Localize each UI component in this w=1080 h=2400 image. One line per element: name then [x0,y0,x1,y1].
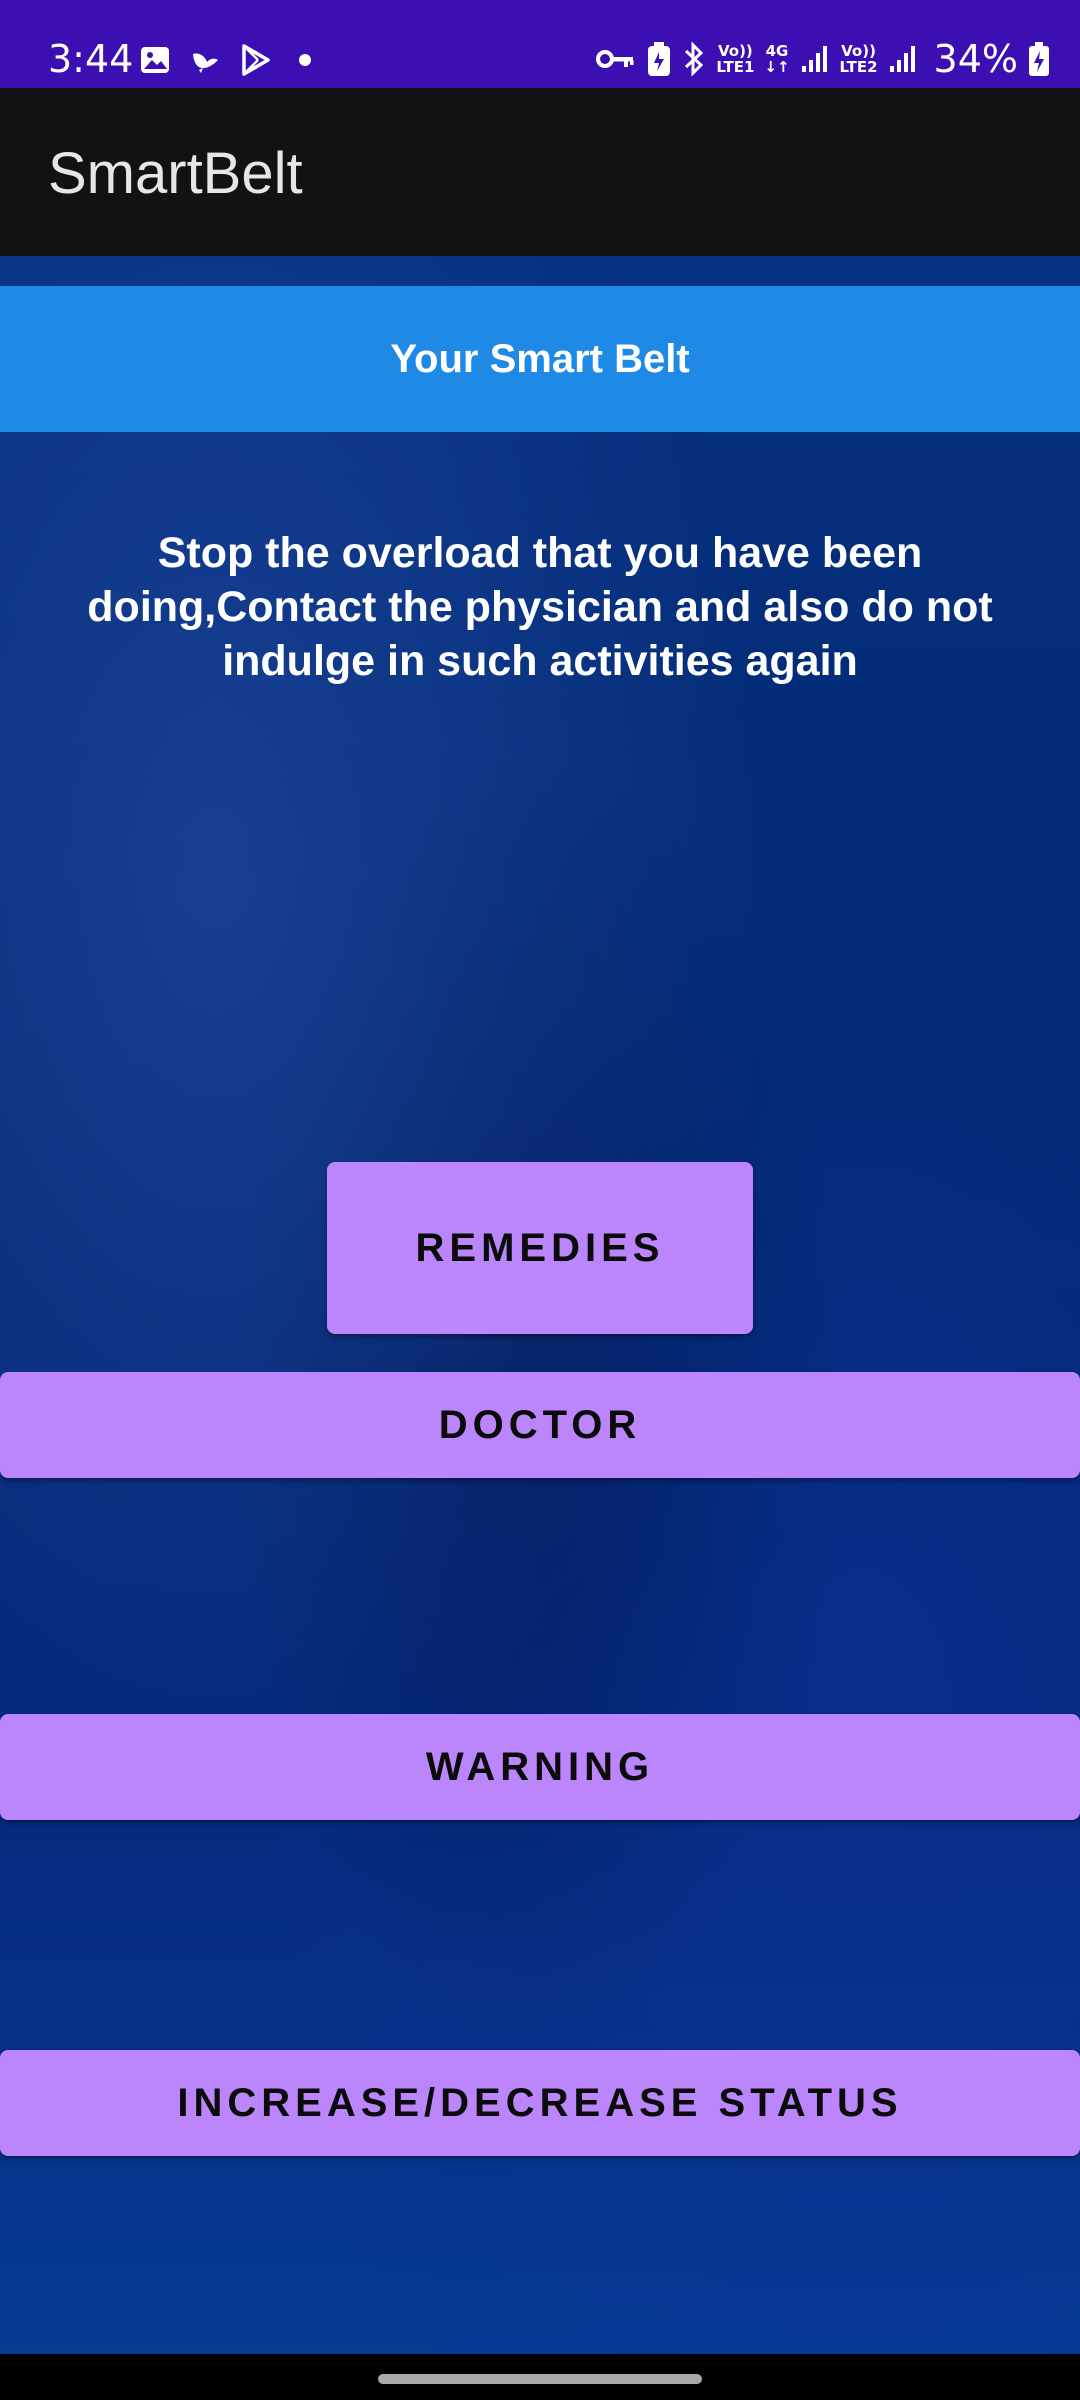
navigation-bar [0,2354,1080,2400]
status-button-label: INCREASE/DECREASE STATUS [177,2080,903,2125]
battery-saver-icon [646,39,672,79]
play-store-icon [238,43,272,77]
warning-button-label: WARNING [425,1744,655,1789]
screen: 3:44 Vo)) LTE1 4G ↓↑ Vo)) LTE2 34% Smart… [0,0,1080,2400]
warning-message: Stop the overload that you have been doi… [87,529,993,685]
increase-decrease-status-button[interactable]: INCREASE/DECREASE STATUS [0,2050,1080,2156]
battery-percent: 34% [933,37,1018,81]
dot-icon [288,43,322,77]
app-title: SmartBelt [48,141,303,206]
signal-2-icon [888,39,918,79]
signal-1-icon [800,39,830,79]
battery-charging-icon [1028,39,1050,79]
doctor-button[interactable]: DOCTOR [0,1372,1080,1478]
bird-icon [188,43,222,77]
notification-icons [138,40,322,80]
doctor-button-label: DOCTOR [438,1402,642,1447]
volte-1-indicator: Vo)) LTE1 [716,42,755,76]
header-title: Your Smart Belt [390,336,690,381]
status-bar: 3:44 Vo)) LTE1 4G ↓↑ Vo)) LTE2 34% [0,0,1080,88]
image-icon [138,43,172,77]
main-content: Your Smart Belt Stop the overload that y… [0,256,1080,2354]
bluetooth-icon [682,39,706,79]
header-banner: Your Smart Belt [0,286,1080,432]
status-time: 3:44 [48,37,134,81]
vpn-key-icon [596,39,636,79]
home-gesture-handle[interactable] [378,2374,702,2384]
remedies-button-label: REMEDIES [415,1225,665,1270]
volte-2-indicator: Vo)) LTE2 [839,42,878,76]
network-4g-indicator: 4G ↓↑ [764,42,790,76]
system-status-icons: Vo)) LTE1 4G ↓↑ Vo)) LTE2 34% [596,36,1050,82]
remedies-button[interactable]: REMEDIES [327,1162,753,1334]
warning-button[interactable]: WARNING [0,1714,1080,1820]
app-bar: SmartBelt [0,88,1080,256]
